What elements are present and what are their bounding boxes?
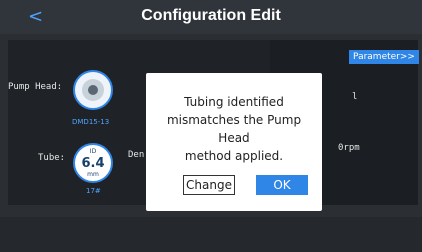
den-label: Den bbox=[128, 150, 145, 160]
tube-id-label: ID bbox=[89, 148, 97, 155]
top-bar: < Configuration Edit bbox=[0, 0, 422, 34]
mismatch-dialog: Tubing identified mismatches the Pump He… bbox=[146, 73, 322, 211]
tube-diameter-value: 6.4 bbox=[81, 156, 105, 171]
pump-head-label: Pump Head: bbox=[8, 82, 63, 92]
bottom-bar bbox=[0, 217, 422, 252]
page-title: Configuration Edit bbox=[141, 7, 281, 24]
screen: < Configuration Edit Parameter>> l 0rpm … bbox=[0, 0, 422, 252]
parameter-button[interactable]: Parameter>> bbox=[349, 50, 419, 64]
pump-head-model: DMD15-13 bbox=[72, 118, 110, 126]
param-value-2: 0rpm bbox=[338, 143, 360, 153]
dialog-message-line-1: Tubing identified bbox=[184, 95, 284, 109]
ok-button[interactable]: OK bbox=[256, 175, 308, 195]
pump-head-center bbox=[88, 85, 98, 95]
dialog-message-line-3: method applied. bbox=[184, 149, 284, 163]
pump-head-icon[interactable] bbox=[73, 70, 113, 110]
dialog-message: Tubing identified mismatches the Pump He… bbox=[152, 93, 316, 165]
dialog-message-line-2: mismatches the Pump Head bbox=[166, 113, 302, 145]
param-value-1: l bbox=[352, 92, 358, 102]
change-button[interactable]: Change bbox=[183, 175, 235, 195]
tube-number: 17# bbox=[86, 187, 101, 195]
tube-icon[interactable]: ID 6.4 mm bbox=[73, 143, 113, 183]
tube-label: Tube: bbox=[38, 153, 66, 163]
tube-unit: mm bbox=[87, 171, 99, 178]
